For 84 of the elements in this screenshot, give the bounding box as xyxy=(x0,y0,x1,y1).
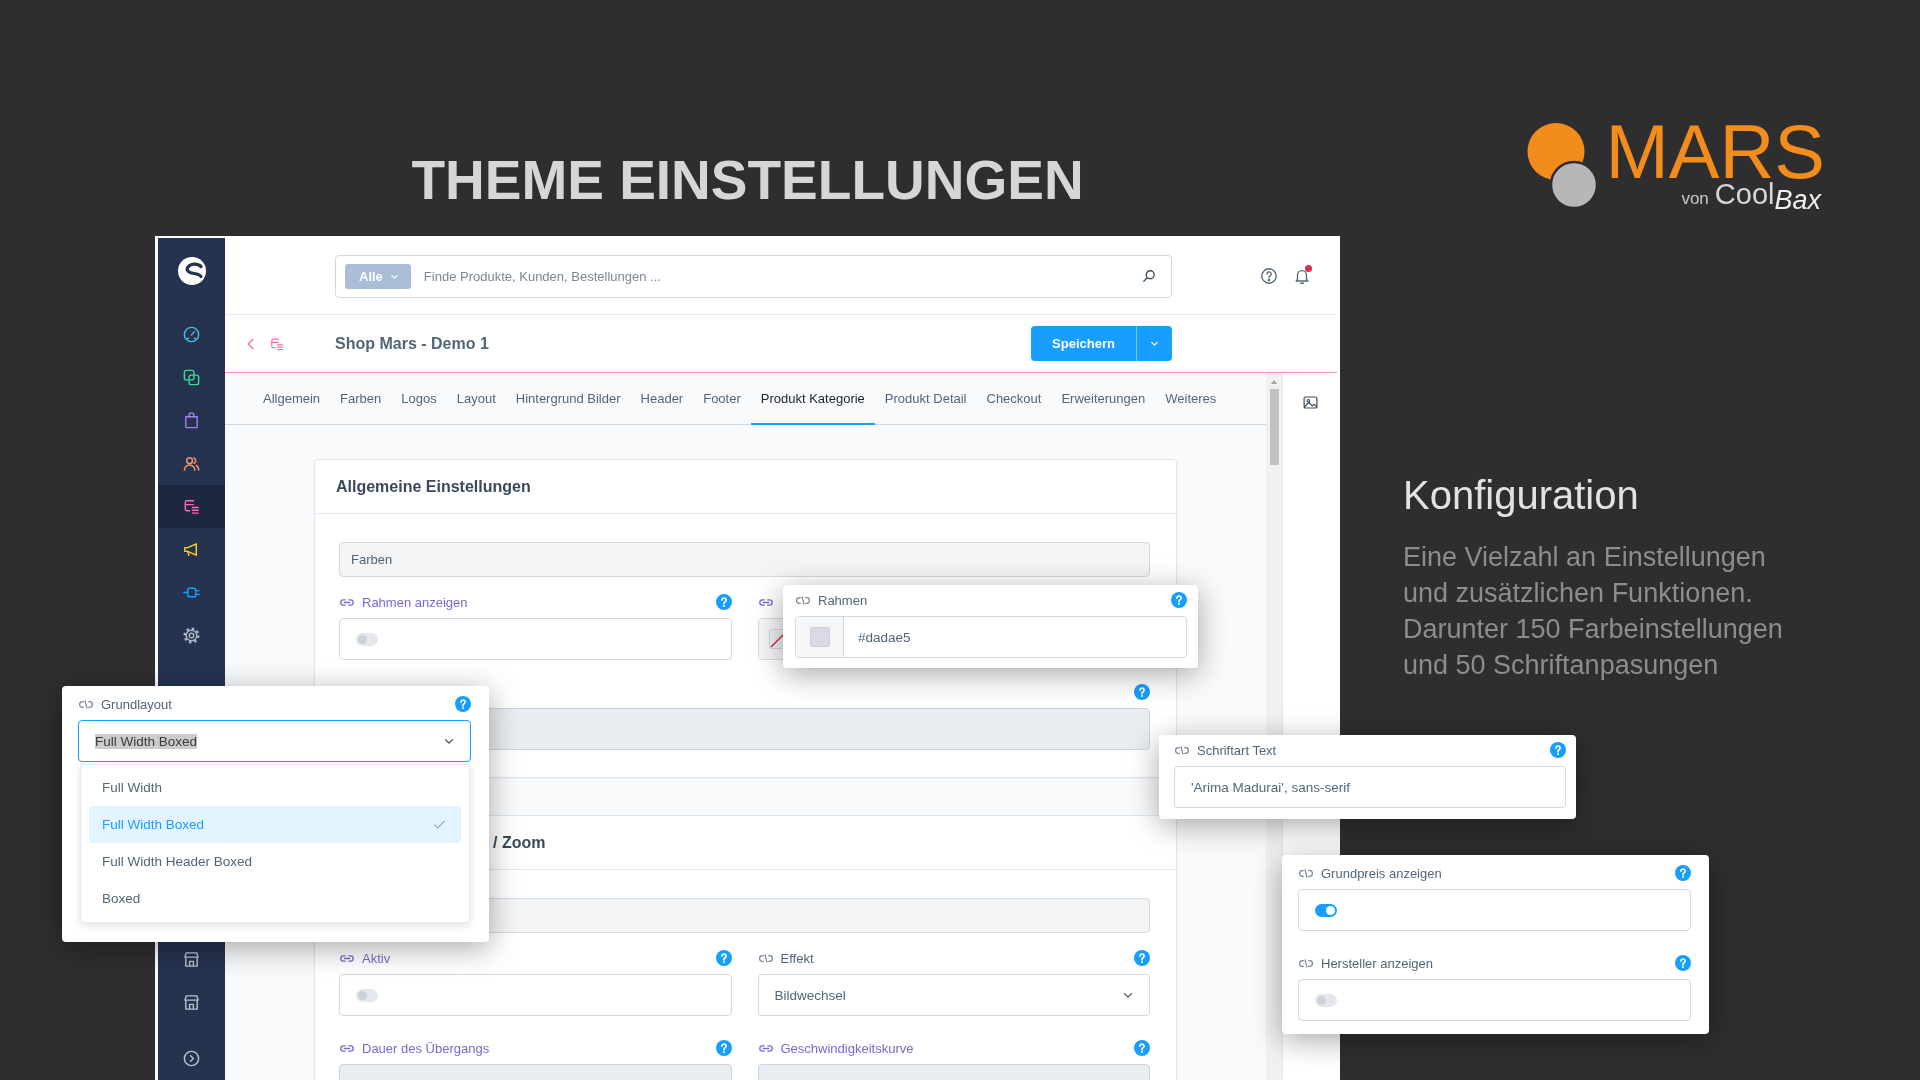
text-field[interactable]: 'Arima Madurai', sans-serif xyxy=(1174,766,1566,808)
help-icon[interactable] xyxy=(715,950,732,966)
storefront-icon[interactable] xyxy=(182,950,201,969)
field-label: Schriftart Text xyxy=(1197,742,1277,758)
slide-title: THEME EINSTELLUNGEN xyxy=(410,153,1085,208)
card-title: Allgemeine Einstellungen xyxy=(336,477,531,496)
tab[interactable]: Farben xyxy=(330,373,392,425)
toggle-field[interactable] xyxy=(339,618,732,660)
broken-link-icon[interactable] xyxy=(757,953,774,963)
gauge-icon[interactable] xyxy=(182,325,201,344)
tab[interactable]: Layout xyxy=(446,373,506,425)
color-field[interactable]: #dadae5 xyxy=(795,616,1187,658)
broken-link-icon[interactable] xyxy=(795,595,811,605)
tab[interactable]: Header xyxy=(630,373,694,425)
toggle-switch[interactable] xyxy=(356,632,378,646)
tab[interactable]: Hintergrund Bilder xyxy=(505,373,631,425)
tab[interactable]: Checkout xyxy=(976,373,1052,425)
search-field[interactable]: Alle Finde Produkte, Kunden, Bestellungen ... xyxy=(335,254,1172,298)
help-icon[interactable] xyxy=(455,696,471,712)
toggle-switch[interactable] xyxy=(1315,903,1337,917)
help-icon[interactable] xyxy=(1550,742,1566,758)
page-title: Shop Mars - Demo 1 xyxy=(335,334,489,353)
feature-text: Eine Vielzahl an Einstellungen und zusätzlichen Funktionen. Darunter 150 Farbeinstellungen und 50 Schriftanpasungen xyxy=(1403,541,1784,682)
storefront-icon[interactable] xyxy=(182,993,201,1012)
logo-byline-suffix: Bax xyxy=(1774,186,1821,215)
scrollbar-thumb[interactable] xyxy=(1269,389,1279,465)
select-field[interactable]: Full Width Boxed xyxy=(78,720,471,762)
field-label: Rahmen anzeigen xyxy=(362,594,468,610)
logo-circles-icon xyxy=(1527,123,1598,209)
tab[interactable]: Allgemein xyxy=(253,373,331,425)
logo-byline-prefix: von xyxy=(1681,188,1709,210)
field-label: Grundpreis anzeigen xyxy=(1321,865,1442,881)
broken-link-icon[interactable] xyxy=(1174,745,1190,755)
field-label: Rahmen xyxy=(818,592,868,608)
color-swatch-icon[interactable] xyxy=(809,627,830,647)
toggle-field[interactable] xyxy=(1298,889,1691,931)
feature-heading: Konfiguration xyxy=(1403,472,1639,519)
broken-link-icon[interactable] xyxy=(78,699,94,709)
link-icon[interactable] xyxy=(757,597,774,607)
image-icon[interactable] xyxy=(1301,394,1319,411)
tab[interactable]: Footer xyxy=(693,373,751,425)
dropdown-option[interactable]: Full Width Header Boxed xyxy=(89,843,461,880)
tab[interactable]: Logos xyxy=(391,373,447,425)
list-icon[interactable] xyxy=(182,497,201,516)
help-icon[interactable] xyxy=(1675,955,1691,971)
help-icon[interactable] xyxy=(1260,267,1278,285)
users-icon[interactable] xyxy=(182,454,201,473)
field-label: Geschwindigkeitskurve xyxy=(780,1040,914,1056)
sidebar-item[interactable] xyxy=(158,485,225,528)
link-icon[interactable] xyxy=(339,597,355,607)
field-label: Effekt xyxy=(780,950,814,966)
tab[interactable]: Weiteres xyxy=(1155,373,1227,425)
field-label: Grundlayout xyxy=(101,696,172,712)
toggle-field[interactable] xyxy=(339,974,732,1016)
broken-link-icon[interactable] xyxy=(1298,958,1314,968)
chevron-circle-icon[interactable] xyxy=(182,1049,201,1068)
card-title: / Zoom xyxy=(493,833,546,852)
search-placeholder: Finde Produkte, Kunden, Bestellungen ... xyxy=(423,268,662,284)
tab[interactable]: Erweiterungen xyxy=(1051,373,1156,425)
field-label: Aktiv xyxy=(362,950,391,966)
dropdown-option[interactable]: Boxed xyxy=(89,880,461,917)
check-icon xyxy=(432,817,447,832)
toggle-field[interactable] xyxy=(1298,979,1691,1021)
bell-icon[interactable] xyxy=(1293,267,1311,285)
select-field[interactable]: Bildwechsel xyxy=(757,974,1150,1016)
toggle-switch[interactable] xyxy=(356,988,378,1002)
section-field: Farben xyxy=(339,542,1150,577)
squares-icon[interactable] xyxy=(182,368,201,387)
dropdown-option[interactable]: Full Width xyxy=(89,769,461,806)
toggle-switch[interactable] xyxy=(1315,993,1337,1007)
help-icon[interactable] xyxy=(1171,592,1187,608)
link-icon[interactable] xyxy=(339,953,355,963)
help-icon[interactable] xyxy=(715,594,732,610)
tab[interactable]: Produkt Kategorie xyxy=(750,373,875,425)
broken-link-icon[interactable] xyxy=(1298,868,1314,878)
help-icon[interactable] xyxy=(1134,950,1150,966)
help-icon[interactable] xyxy=(1675,865,1691,881)
field-label: Dauer des Übergangs xyxy=(362,1040,490,1056)
bag-icon[interactable] xyxy=(182,411,201,430)
field-label: Hersteller anzeigen xyxy=(1321,955,1433,971)
search-icon[interactable] xyxy=(1141,268,1157,284)
settings-icon[interactable] xyxy=(182,626,201,645)
tab[interactable]: Produkt Detail xyxy=(874,373,977,425)
logo-icon[interactable] xyxy=(176,255,207,286)
